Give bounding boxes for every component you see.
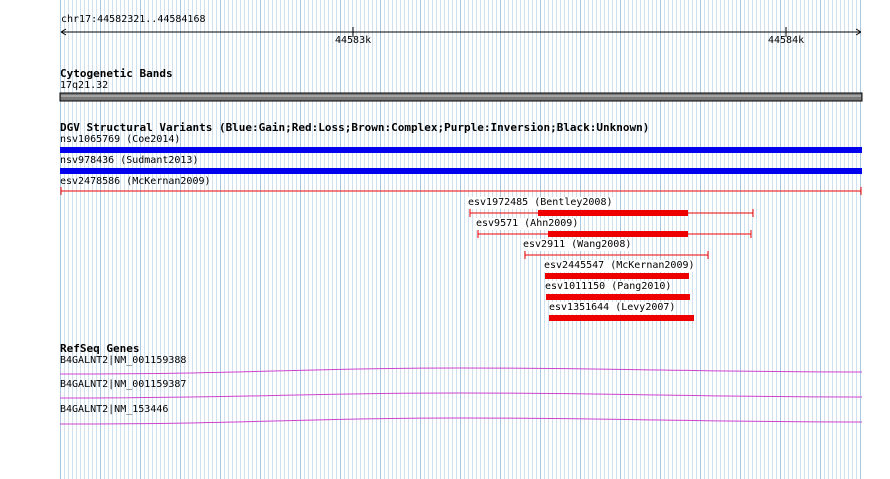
ruler-tick-label: 44584k (768, 35, 805, 46)
variant-label[interactable]: esv2478586 (McKernan2009) (60, 176, 211, 188)
variant-label[interactable]: esv1011150 (Pang2010) (545, 281, 672, 293)
variant-label[interactable]: esv2911 (Wang2008) (523, 239, 632, 251)
gene-label[interactable]: B4GALNT2|NM_153446 (60, 404, 168, 416)
gene-label[interactable]: B4GALNT2|NM_001159388 (60, 355, 186, 367)
ruler-tick-label: 44583k (335, 35, 372, 46)
cytoband-bar[interactable] (59, 92, 863, 102)
variant-label[interactable]: nsv1065769 (Coe2014) (60, 134, 180, 146)
variant-label[interactable]: esv9571 (Ahn2009) (476, 218, 579, 230)
variant-block-esv1972485[interactable] (538, 210, 688, 216)
variant-bar-esv1351644[interactable] (549, 315, 694, 321)
variant-bar-nsv1065769[interactable] (60, 147, 862, 153)
ruler-location-label: chr17:44582321..44584168 (61, 14, 206, 25)
gene-label[interactable]: B4GALNT2|NM_001159387 (60, 379, 186, 391)
variant-label[interactable]: esv1351644 (Levy2007) (549, 302, 676, 314)
gene-line-nm-001159388[interactable] (59, 367, 863, 375)
gene-line-nm-001159387[interactable] (59, 392, 863, 399)
track-title-dgv: DGV Structural Variants (Blue:Gain;Red:L… (60, 121, 650, 134)
variant-label[interactable]: nsv978436 (Sudmant2013) (60, 155, 198, 167)
variant-bar-esv2445547[interactable] (545, 273, 689, 279)
track-title-cytogenetic: Cytogenetic Bands (60, 67, 173, 80)
variant-bar-esv1011150[interactable] (546, 294, 690, 300)
variant-label[interactable]: esv1972485 (Bentley2008) (468, 197, 613, 209)
cytoband-label: 17q21.32 (60, 80, 109, 91)
variant-bar-nsv978436[interactable] (60, 168, 862, 174)
track-title-refseq: RefSeq Genes (60, 342, 140, 355)
variant-label[interactable]: esv2445547 (McKernan2009) (544, 260, 695, 272)
variant-block-esv9571[interactable] (548, 231, 688, 237)
gene-line-nm-153446[interactable] (59, 417, 863, 425)
